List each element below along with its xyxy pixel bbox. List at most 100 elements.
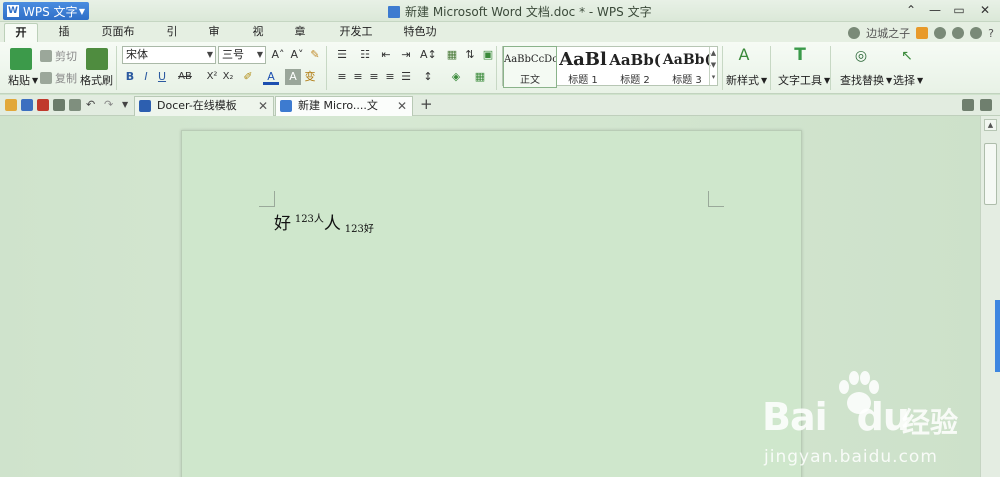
find-replace-button[interactable]: 查找替换 ▼ [840, 72, 892, 88]
font-name-select[interactable]: 宋体 ▼ [122, 46, 216, 64]
clear-format-icon[interactable]: ✎ [307, 47, 323, 63]
close-tab-icon[interactable]: ✕ [397, 97, 407, 115]
bold-button[interactable]: B [122, 69, 138, 85]
maximize-button[interactable]: ▭ [946, 2, 972, 18]
distributed-icon[interactable]: ☰ [398, 69, 414, 85]
print-preview-icon[interactable] [69, 99, 81, 111]
sort-icon[interactable]: ⇅ [462, 47, 478, 63]
new-style-button[interactable]: 新样式 ▼ [726, 72, 767, 88]
font-size-select[interactable]: 三号 ▼ [218, 46, 266, 64]
customize-qat-icon[interactable]: ▼ [122, 99, 134, 111]
tab-section[interactable]: 章节 [282, 23, 318, 56]
window-menu-icon[interactable] [980, 99, 992, 111]
underline-button[interactable]: U [154, 69, 170, 85]
paste-button[interactable]: 粘贴 ▼ [8, 72, 38, 88]
style-heading-3[interactable]: AaBb( 标题 3 [661, 47, 713, 87]
align-right-icon[interactable]: ≡ [366, 69, 382, 85]
shrink-font-icon[interactable]: A˅ [289, 47, 305, 63]
format-painter-icon[interactable] [86, 48, 108, 70]
tab-insert[interactable]: 插入 [46, 23, 82, 56]
settings-icon[interactable] [934, 27, 947, 39]
copy-button[interactable]: 复制 [40, 70, 77, 86]
undo-icon[interactable]: ↶ [86, 99, 98, 111]
paste-icon[interactable] [10, 48, 32, 70]
text-tools-button[interactable]: 文字工具 ▼ [778, 72, 830, 88]
user-name[interactable]: 边城之子 [866, 25, 910, 41]
open-folder-icon[interactable] [5, 99, 17, 111]
tab-review[interactable]: 审阅 [196, 23, 232, 56]
wps-logo-icon: W [7, 5, 19, 17]
scroll-thumb[interactable] [984, 143, 997, 205]
app-menu-label: WPS 文字 [23, 4, 78, 19]
italic-button[interactable]: I [138, 69, 154, 85]
shading-icon[interactable]: ◈ [448, 69, 464, 85]
superscript-button[interactable]: X² [204, 69, 220, 85]
style-normal[interactable]: AaBbCcDc 正文 [503, 46, 557, 88]
redo-icon[interactable]: ↷ [104, 99, 116, 111]
text-tools-icon[interactable]: T [790, 47, 810, 67]
phonetic-guide-button[interactable]: 变 [302, 69, 318, 85]
tab-view[interactable]: 视图 [240, 23, 276, 56]
select-cursor-icon[interactable]: ↖ [898, 48, 916, 66]
side-panel-handle[interactable] [995, 300, 1000, 372]
grow-font-icon[interactable]: A˄ [270, 47, 286, 63]
tabs-right-tools: 边城之子 ? [848, 25, 994, 41]
tab-page-layout[interactable]: 页面布局 [90, 23, 146, 56]
tab-list-icon[interactable] [962, 99, 974, 111]
doc-tab-docer[interactable]: Docer-在线模板 ✕ [134, 96, 274, 116]
skin-icon[interactable] [952, 27, 965, 39]
line-spacing-icon[interactable]: ↕ [420, 69, 436, 85]
new-style-icon[interactable]: A [734, 47, 754, 67]
style-heading-1[interactable]: AaBl 标题 1 [557, 47, 609, 87]
strikethrough-button[interactable]: AB [174, 69, 196, 85]
borders-icon[interactable]: ▦ [472, 69, 488, 85]
table-icon[interactable]: ▦ [444, 47, 460, 63]
tab-developer[interactable]: 开发工具 [328, 23, 384, 56]
decrease-indent-icon[interactable]: ⇤ [378, 47, 394, 63]
highlight-icon[interactable]: ✐ [240, 69, 256, 85]
tab-home[interactable]: 开始 [4, 23, 38, 57]
format-painter-button[interactable]: 格式刷 [80, 72, 113, 88]
font-color-button[interactable]: A [263, 69, 279, 85]
document-text[interactable]: 好 123人人 123好 [274, 209, 374, 235]
new-tab-icon[interactable]: + [420, 97, 433, 112]
run-2: 123 [294, 214, 314, 225]
numbering-icon[interactable]: ☷ [357, 47, 373, 63]
doc-tab-active[interactable]: 新建 Micro....文档.doc * ✕ [275, 96, 413, 130]
export-pdf-icon[interactable] [37, 99, 49, 111]
cut-button[interactable]: 剪切 [40, 48, 77, 64]
align-left-icon[interactable]: ≡ [334, 69, 350, 85]
shirt-icon[interactable] [970, 27, 983, 39]
mail-icon[interactable] [916, 27, 929, 39]
close-button[interactable]: ✕ [972, 2, 998, 18]
scroll-up-button[interactable]: ▲ [984, 119, 997, 131]
collapse-ribbon-icon[interactable]: ⌃ [898, 2, 924, 18]
print-icon[interactable] [53, 99, 65, 111]
run-4: 人 [323, 214, 341, 234]
tab-special[interactable]: 特色功能 [392, 23, 448, 56]
binoculars-icon[interactable]: ◎ [852, 48, 870, 66]
style-heading-2[interactable]: AaBb( 标题 2 [609, 47, 661, 87]
help-icon[interactable]: ? [988, 27, 994, 40]
chevron-down-icon: ▼ [78, 6, 85, 16]
minimize-button[interactable]: — [922, 2, 948, 18]
user-avatar-icon[interactable] [848, 27, 861, 39]
window-title-text: 新建 Microsoft Word 文档.doc * - WPS 文字 [405, 5, 652, 19]
justify-icon[interactable]: ≡ [382, 69, 398, 85]
align-center-icon[interactable]: ≡ [350, 69, 366, 85]
margin-mark-left [259, 191, 275, 207]
close-tab-icon[interactable]: ✕ [258, 97, 268, 115]
document-page[interactable]: 好 123人人 123好 [181, 130, 802, 477]
text-direction-icon[interactable]: A↕ [420, 47, 437, 63]
bullets-icon[interactable]: ☰ [334, 47, 350, 63]
word-doc-icon [280, 100, 292, 112]
char-shading-button[interactable]: A [285, 69, 301, 85]
show-marks-icon[interactable]: ▣ [480, 47, 496, 63]
styles-scroll[interactable]: ▲ ▼ ▾ [709, 47, 717, 85]
save-icon[interactable] [21, 99, 33, 111]
subscript-button[interactable]: X₂ [220, 69, 236, 85]
select-button[interactable]: 选择 ▼ [893, 72, 923, 88]
tab-references[interactable]: 引用 [154, 23, 190, 56]
app-menu-button[interactable]: W WPS 文字 ▼ [3, 2, 89, 20]
increase-indent-icon[interactable]: ⇥ [398, 47, 414, 63]
